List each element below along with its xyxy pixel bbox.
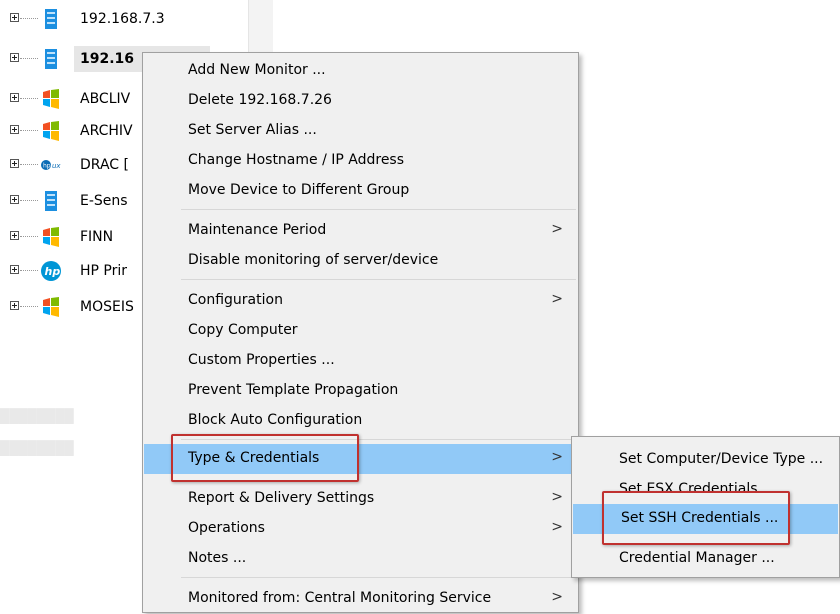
menu-item-label: Change Hostname / IP Address: [188, 152, 405, 168]
expand-icon[interactable]: [10, 231, 19, 240]
tree-item-label: DRAC [: [80, 157, 129, 173]
server-icon: [45, 191, 57, 211]
expand-icon[interactable]: [10, 301, 19, 310]
menu-item-maintenance-period[interactable]: Maintenance Period >: [144, 216, 577, 246]
svg-text:hp: hp: [43, 163, 51, 170]
context-menu: Add New Monitor ... Delete 192.168.7.26 …: [142, 52, 579, 613]
windows-icon: [43, 227, 59, 247]
tree-connector: [20, 130, 38, 131]
submenu-arrow-icon: >: [551, 589, 563, 605]
submenu-arrow-icon: >: [551, 449, 563, 465]
type-credentials-submenu: Set Computer/Device Type ... Set ESX Cre…: [571, 436, 840, 578]
menu-item-type-credentials[interactable]: Type & Credentials >: [144, 444, 577, 474]
submenu-arrow-icon: >: [551, 519, 563, 535]
tree-connector: [20, 164, 38, 165]
svg-text:hp: hp: [45, 265, 61, 278]
menu-item-label: Credential Manager ...: [619, 550, 775, 566]
menu-item-label: Maintenance Period: [188, 222, 327, 238]
menu-item-label: Disable monitoring of server/device: [188, 252, 439, 268]
expand-icon[interactable]: [10, 159, 19, 168]
menu-item-block-auto-configuration[interactable]: Block Auto Configuration: [144, 406, 577, 436]
menu-item-set-ssh-credentials[interactable]: Set SSH Credentials ...: [573, 504, 838, 534]
menu-item-label: Move Device to Different Group: [188, 182, 410, 198]
menu-item-label: Prevent Template Propagation: [188, 382, 399, 398]
menu-item-delete-device[interactable]: Delete 192.168.7.26: [144, 86, 577, 116]
tree-connector: [20, 200, 38, 201]
menu-item-change-hostname[interactable]: Change Hostname / IP Address: [144, 146, 577, 176]
expand-icon[interactable]: [10, 93, 19, 102]
menu-item-report-delivery-settings[interactable]: Report & Delivery Settings >: [144, 484, 577, 514]
menu-item-disable-monitoring[interactable]: Disable monitoring of server/device: [144, 246, 577, 276]
submenu-arrow-icon: >: [551, 489, 563, 505]
menu-item-prevent-template-propagation[interactable]: Prevent Template Propagation: [144, 376, 577, 406]
menu-item-custom-properties[interactable]: Custom Properties ...: [144, 346, 577, 376]
tree-connector: [20, 98, 38, 99]
svg-text:ux: ux: [52, 162, 61, 170]
tree-connector: [20, 270, 38, 271]
menu-item-label: Operations: [188, 520, 265, 536]
tree-item-label: MOSEIS: [80, 299, 134, 315]
server-icon: [45, 9, 57, 29]
expand-icon[interactable]: [10, 53, 19, 62]
menu-item-set-device-type[interactable]: Set Computer/Device Type ...: [573, 445, 838, 475]
expand-icon[interactable]: [10, 265, 19, 274]
tree-item[interactable]: 192.168.7.3: [0, 4, 248, 34]
tree-item-label: 192.168.7.3: [80, 11, 165, 27]
expand-icon[interactable]: [10, 13, 19, 22]
submenu-arrow-icon: >: [551, 221, 563, 237]
menu-item-add-new-monitor[interactable]: Add New Monitor ...: [144, 56, 577, 86]
menu-item-monitored-from[interactable]: Monitored from: Central Monitoring Servi…: [144, 584, 577, 614]
tree-item-label: ABCLIV: [80, 91, 131, 107]
windows-icon: [43, 297, 59, 317]
faded-tree-row: ████████: [0, 440, 74, 455]
windows-icon: [43, 121, 59, 141]
menu-item-set-esx-credentials[interactable]: Set ESX Credentials ...: [573, 475, 838, 505]
menu-item-label: Copy Computer: [188, 322, 298, 338]
menu-separator: [181, 209, 576, 210]
tree-item-label: 192.16: [80, 51, 135, 67]
faded-tree-row: ████████: [0, 408, 74, 423]
tree-connector: [20, 306, 38, 307]
menu-separator: [181, 279, 576, 280]
menu-item-copy-computer[interactable]: Copy Computer: [144, 316, 577, 346]
menu-item-label: Report & Delivery Settings: [188, 490, 375, 506]
server-icon: [45, 49, 57, 69]
tree-item-label: ARCHIV: [80, 123, 133, 139]
menu-item-credential-manager[interactable]: Credential Manager ...: [573, 544, 838, 574]
menu-item-notes[interactable]: Notes ...: [144, 544, 577, 574]
menu-separator: [181, 577, 576, 578]
menu-item-label: Set ESX Credentials ...: [619, 481, 776, 497]
expand-icon[interactable]: [10, 195, 19, 204]
tree-item-label: E-Sens: [80, 193, 128, 209]
menu-item-set-server-alias[interactable]: Set Server Alias ...: [144, 116, 577, 146]
menu-item-label: Configuration: [188, 292, 283, 308]
menu-item-operations[interactable]: Operations >: [144, 514, 577, 544]
menu-item-label: Block Auto Configuration: [188, 412, 363, 428]
menu-item-label: Set Computer/Device Type ...: [619, 451, 824, 467]
tree-connector: [20, 18, 38, 19]
menu-item-label: Custom Properties ...: [188, 352, 335, 368]
tree-connector: [20, 236, 38, 237]
menu-separator: [181, 439, 576, 440]
menu-item-label: Monitored from: Central Monitoring Servi…: [188, 590, 492, 606]
menu-item-configuration[interactable]: Configuration >: [144, 286, 577, 316]
hp-logo-icon: hp: [41, 261, 61, 281]
tree-item-label: FINN: [80, 229, 114, 245]
submenu-arrow-icon: >: [551, 291, 563, 307]
menu-item-move-device[interactable]: Move Device to Different Group: [144, 176, 577, 206]
menu-item-label: Add New Monitor ...: [188, 62, 326, 78]
menu-item-label: Set SSH Credentials ...: [621, 510, 779, 526]
hpux-icon: hp ux: [41, 160, 61, 170]
menu-item-label: Delete 192.168.7.26: [188, 92, 332, 108]
menu-item-label: Type & Credentials: [188, 450, 320, 466]
windows-icon: [43, 89, 59, 109]
menu-item-label: Set Server Alias ...: [188, 122, 317, 138]
expand-icon[interactable]: [10, 125, 19, 134]
menu-item-label: Notes ...: [188, 550, 247, 566]
tree-connector: [20, 58, 38, 59]
tree-item-label: HP Prir: [80, 263, 128, 279]
